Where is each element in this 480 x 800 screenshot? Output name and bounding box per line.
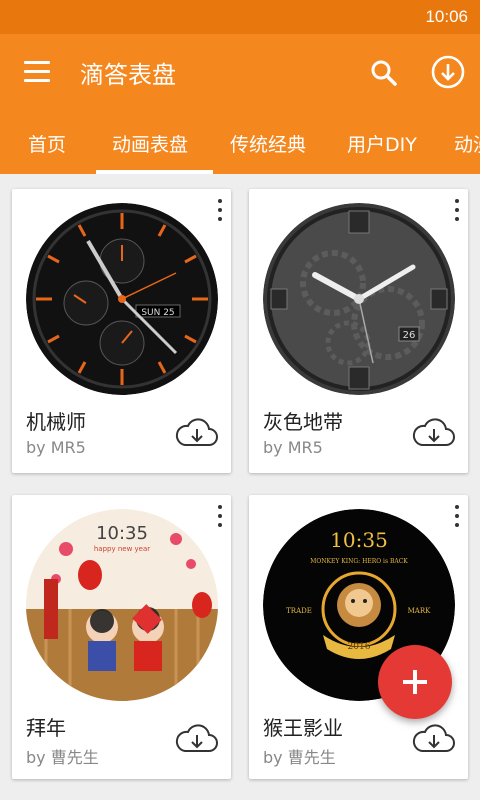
more-options-icon[interactable] [217,505,223,531]
watch-trade-label: TRADE [286,607,312,615]
tab-user-diy[interactable]: 用户DIY [347,130,417,157]
watchface-card[interactable]: 10:35 happy new year 拜年 by 曹先生 [12,495,231,779]
watchface-name: 机械师 [26,410,86,434]
watchface-preview[interactable]: SUN 25 [26,203,218,395]
download-icon[interactable] [430,54,466,90]
watchface-author: by MR5 [263,438,323,457]
watch-time-label: 10:35 [96,523,148,544]
watchface-author: by 曹先生 [26,748,99,767]
watch-motto-label: MONKEY KING: HERO is BACK [310,558,408,565]
more-options-icon[interactable] [454,505,460,531]
app-title: 滴答表盘 [80,61,176,89]
menu-icon[interactable] [24,61,50,83]
search-icon[interactable] [369,58,399,88]
watchface-card[interactable]: SUN 25 机械师 by MR5 [12,189,231,473]
add-button[interactable] [378,645,452,719]
watchface-name: 拜年 [26,716,66,740]
watchface-author: by 曹先生 [263,748,336,767]
watchface-card[interactable]: 10:35 MONKEY KING: HERO is BACK 2016 TRA… [249,495,468,779]
watch-year-label: 2016 [348,642,371,652]
cloud-download-icon[interactable] [410,417,456,449]
tab-animated[interactable]: 动画表盘 [112,130,188,157]
status-bar: 10:06 [0,0,480,34]
watch-time-label: 10:35 [330,528,388,552]
tab-indicator [96,170,213,174]
watch-greeting-label: happy new year [94,545,150,553]
watchface-card[interactable]: 26 灰色地带 by MR5 [249,189,468,473]
tab-anime[interactable]: 动漫 [454,130,480,157]
watch-date-label: SUN 25 [141,308,174,318]
cloud-download-icon[interactable] [173,723,219,755]
watchface-preview[interactable]: 10:35 happy new year [26,509,218,701]
tab-classic[interactable]: 传统经典 [230,130,306,157]
app-bar: 滴答表盘 [0,34,480,110]
more-options-icon[interactable] [217,199,223,225]
cloud-download-icon[interactable] [410,723,456,755]
tab-bar: 首页 动画表盘 传统经典 用户DIY 动漫 [0,110,480,174]
watchface-preview[interactable]: 26 [263,203,455,395]
watchface-name: 猴王影业 [263,716,343,740]
cloud-download-icon[interactable] [173,417,219,449]
watchface-name: 灰色地带 [263,410,343,434]
watch-mark-label: MARK [408,607,431,615]
watch-date-label: 26 [403,330,416,341]
more-options-icon[interactable] [454,199,460,225]
tab-home[interactable]: 首页 [28,130,66,157]
status-time: 10:06 [425,7,468,26]
watchface-author: by MR5 [26,438,86,457]
